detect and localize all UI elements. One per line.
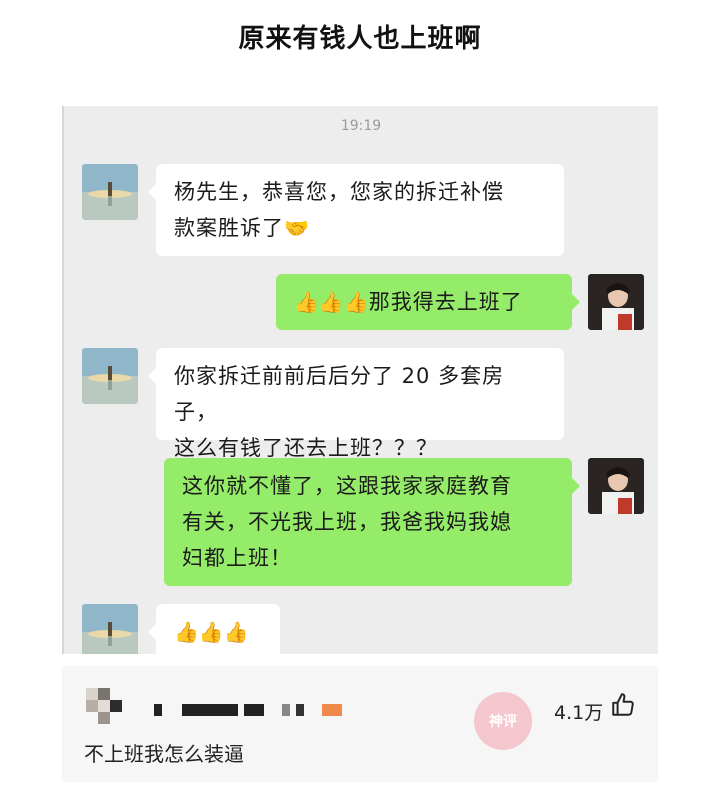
message-line: 这你就不懂了，这跟我家家庭教育 [182, 474, 512, 498]
message-bubble-incoming: 👍👍👍 [148, 604, 280, 654]
my-avatar[interactable] [588, 274, 644, 330]
message-line: 杨先生，恭喜您，您家的拆迁补偿 [174, 180, 504, 204]
comment-text: 不上班我怎么装逼 [84, 742, 244, 766]
message-line: 款案胜诉了 [174, 216, 284, 240]
contact-avatar[interactable] [82, 164, 138, 220]
message-bubble-outgoing: 这你就不懂了，这跟我家家庭教育 有关，不光我上班，我爸我妈我媳 妇都上班！ [164, 458, 580, 586]
message-line: 有关，不光我上班，我爸我妈我媳 [182, 510, 512, 534]
thumbs-up-emoji: 👍👍👍 [294, 290, 369, 314]
thumbs-up-emoji: 👍👍👍 [174, 620, 249, 644]
message-bubble-incoming: 你家拆迁前前后后分了 20 多套房子， 这么有钱了还去上班？？？ [148, 348, 564, 460]
thumbs-up-icon[interactable] [610, 692, 636, 722]
top-comment-card[interactable]: 神评 4.1万 不上班我怎么装逼 [62, 666, 658, 782]
chat-screenshot: 19:19 杨先生，恭喜您，您家的拆迁补偿 款案胜诉了🤝 👍👍👍那我得去上班了 [62, 106, 658, 654]
my-avatar[interactable] [588, 458, 644, 514]
chat-timestamp: 19:19 [340, 118, 382, 134]
message-bubble-incoming: 杨先生，恭喜您，您家的拆迁补偿 款案胜诉了🤝 [148, 164, 564, 256]
message-line: 妇都上班！ [182, 546, 292, 570]
contact-avatar[interactable] [82, 348, 138, 404]
post-title: 原来有钱人也上班啊 [238, 24, 482, 54]
commenter-name-redacted[interactable] [154, 704, 342, 716]
contact-avatar[interactable] [82, 604, 138, 654]
watermark-badge: 神评 [474, 692, 532, 750]
commenter-avatar[interactable] [86, 688, 122, 724]
message-text: 那我得去上班了 [368, 290, 523, 314]
message-bubble-outgoing: 👍👍👍那我得去上班了 [276, 274, 580, 330]
like-count: 4.1万 [554, 702, 604, 724]
message-line: 你家拆迁前前后后分了 20 多套房子， [174, 364, 505, 424]
handshake-emoji: 🤝 [284, 216, 309, 240]
